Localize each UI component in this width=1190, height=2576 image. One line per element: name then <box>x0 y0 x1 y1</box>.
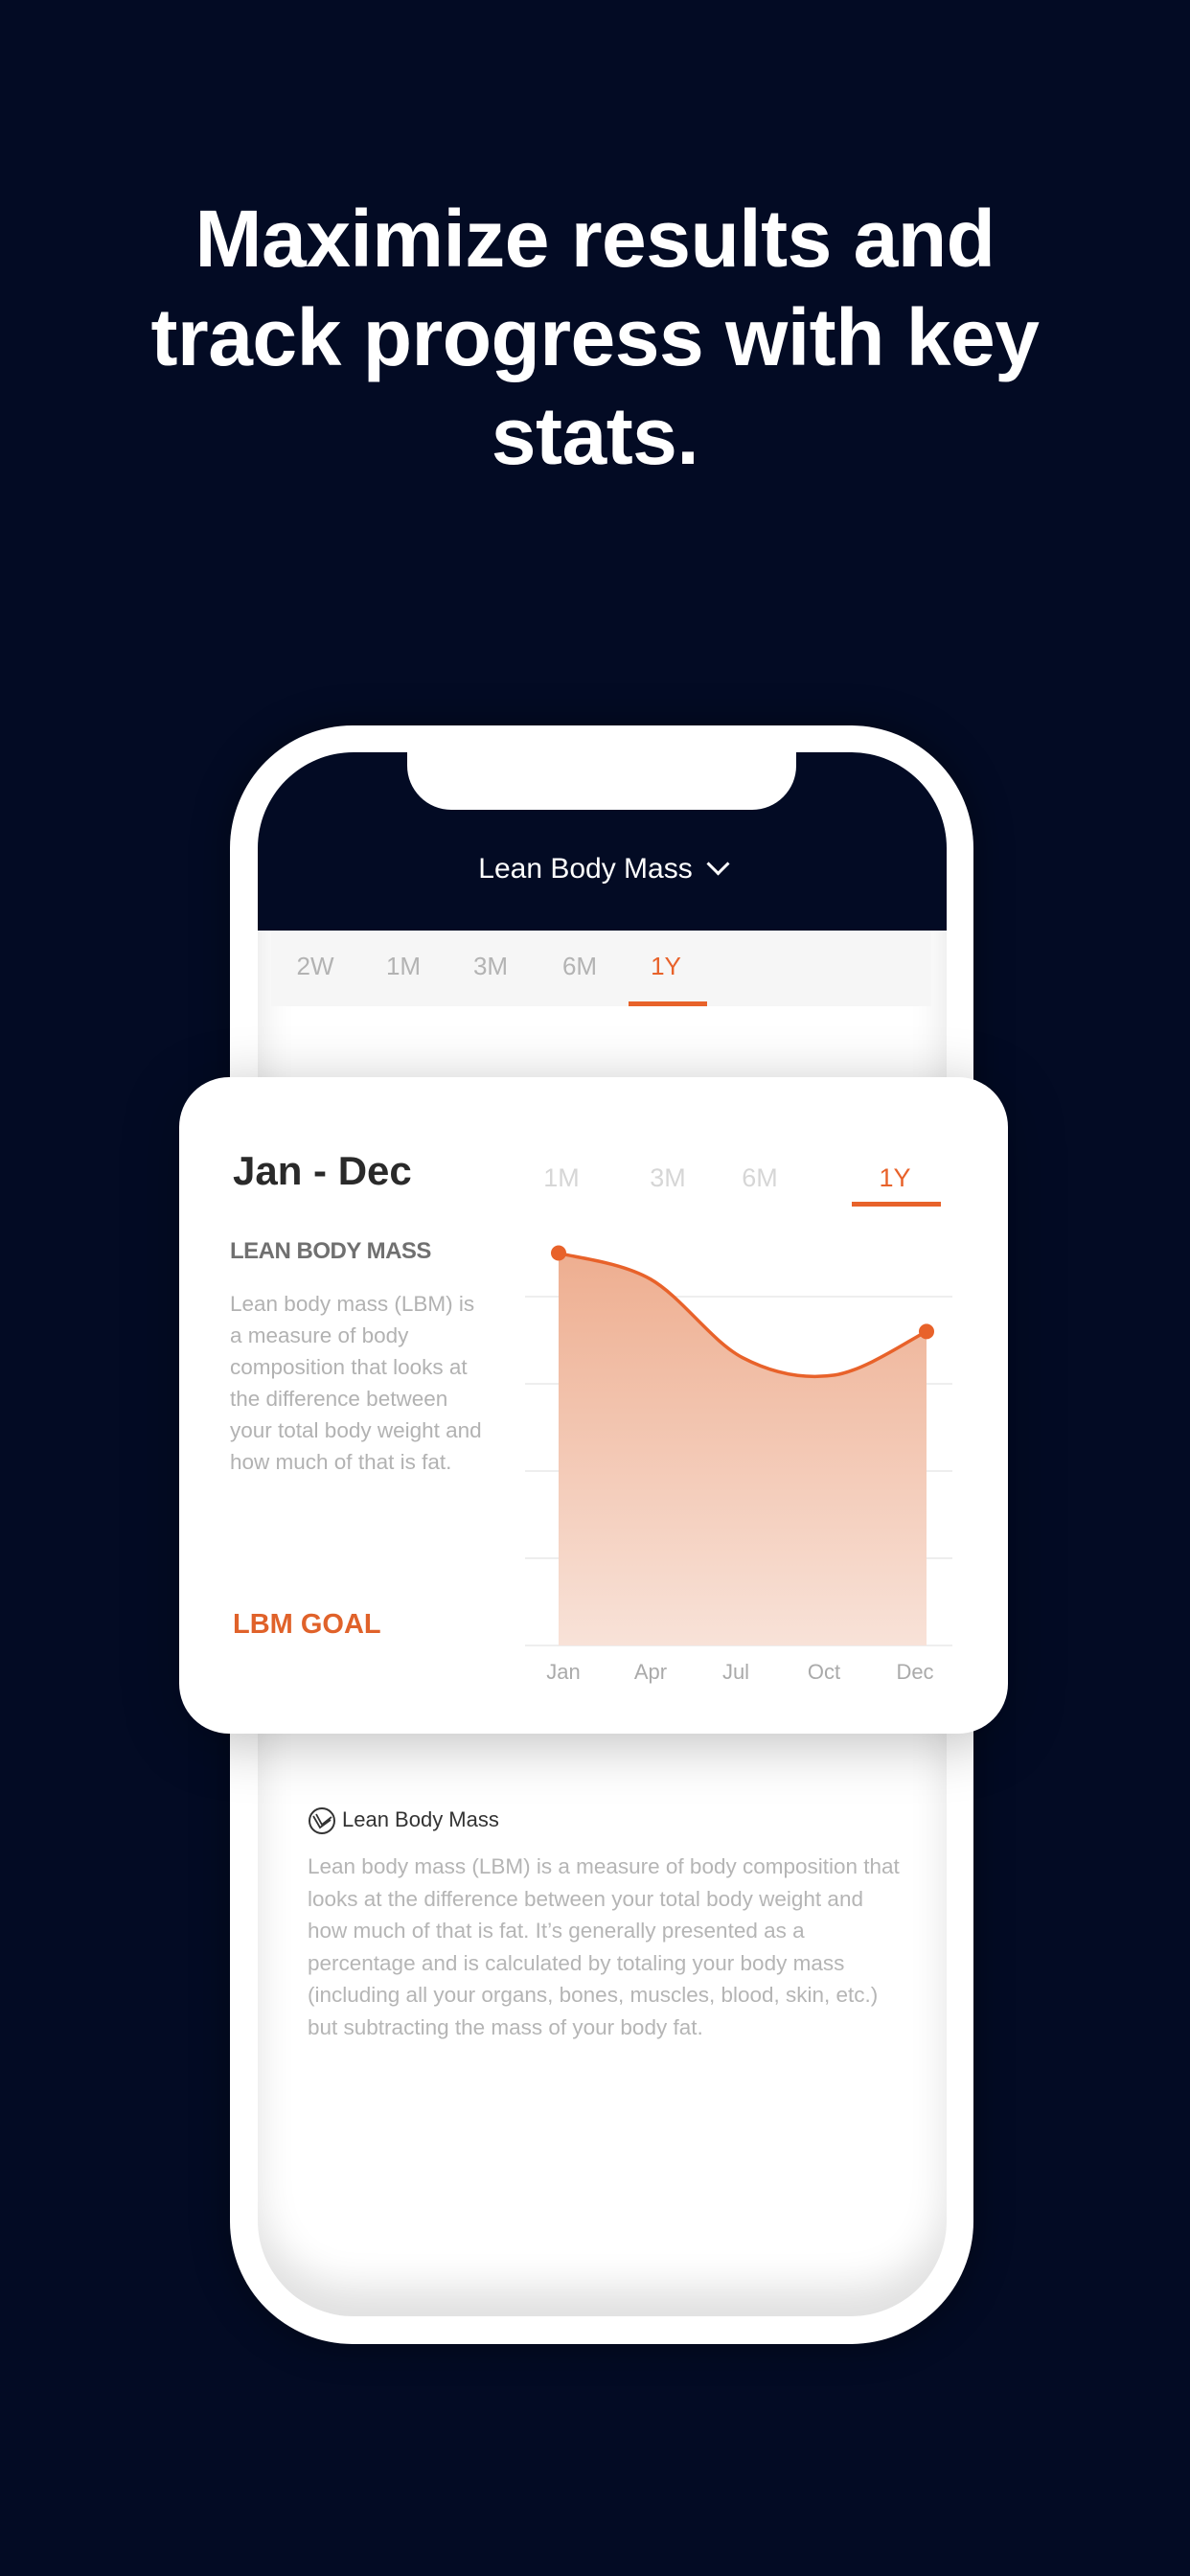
tab-2w[interactable]: 2W <box>297 952 334 981</box>
headline-line-3: stats. <box>491 391 699 481</box>
headline-line-2: track progress with key <box>150 292 1040 382</box>
chevron-down-icon <box>706 852 730 876</box>
headline: Maximize results and track progress with… <box>0 190 1190 486</box>
metric-selector[interactable]: Lean Body Mass <box>258 852 947 886</box>
stats-card: Jan - Dec 1M 3M 6M 1Y LEAN BODY MASS Lea… <box>179 1077 1008 1734</box>
info-title: Lean Body Mass <box>342 1807 499 1831</box>
tab-1y[interactable]: 1Y <box>651 952 681 981</box>
tab-3m[interactable]: 3M <box>473 952 508 981</box>
x-tick-label: Dec <box>896 1660 933 1684</box>
x-tick-label: Jan <box>546 1660 580 1684</box>
active-tab-indicator <box>629 1001 707 1006</box>
tab-6m[interactable]: 6M <box>562 952 597 981</box>
lbm-chart: Jan Apr Jul Oct Dec <box>525 1245 952 1684</box>
x-tick-label: Jul <box>722 1660 749 1684</box>
tab-1m[interactable]: 1M <box>386 952 421 981</box>
info-text: Lean body mass (LBM) is a measure of bod… <box>308 1854 900 2039</box>
app-header: Lean Body Mass <box>258 752 947 931</box>
range-tabs: 2W 1M 3M 6M 1Y <box>271 931 931 1006</box>
data-point-jan <box>551 1245 566 1261</box>
metric-selector-label: Lean Body Mass <box>478 853 693 885</box>
headline-line-1: Maximize results and <box>195 194 995 284</box>
x-tick-label: Oct <box>808 1660 840 1684</box>
data-point-dec <box>919 1323 934 1340</box>
phone-notch <box>407 752 796 810</box>
lean-body-mass-logo-icon <box>309 1807 335 1834</box>
lbm-area-fill <box>559 1253 927 1645</box>
x-tick-label: Apr <box>634 1660 667 1684</box>
